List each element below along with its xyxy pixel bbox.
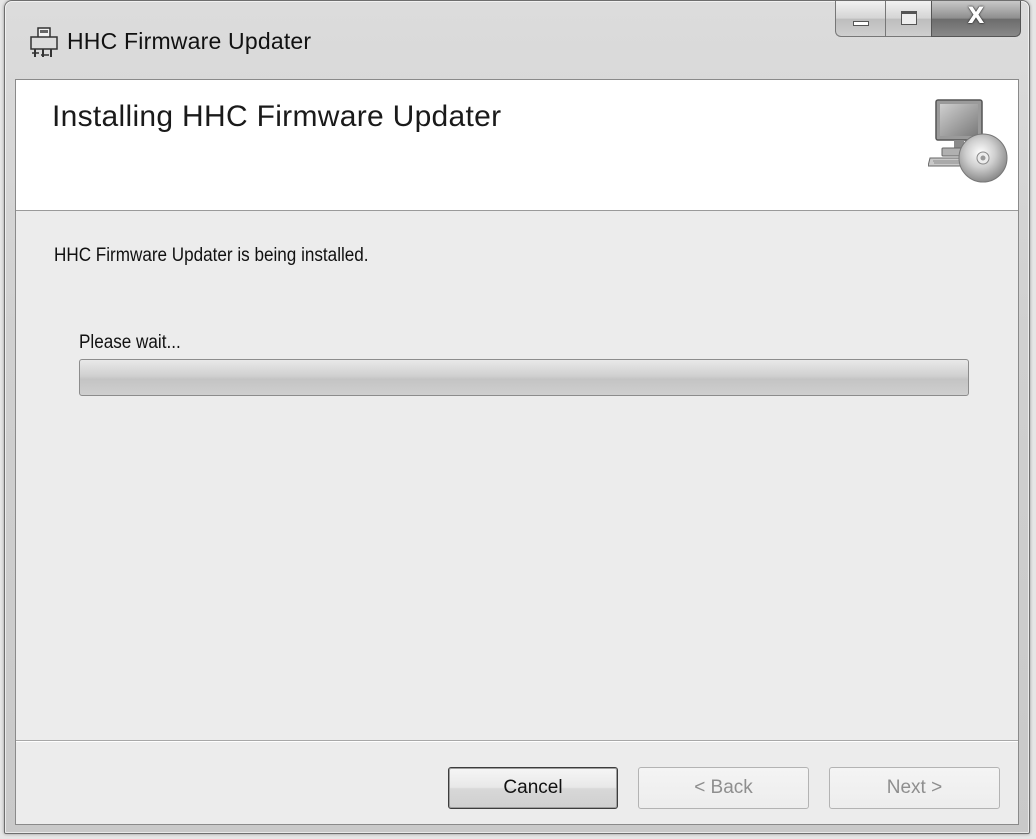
caption-buttons: X <box>835 1 1021 37</box>
back-button[interactable]: < Back <box>638 767 809 809</box>
cancel-button[interactable]: Cancel <box>448 767 618 809</box>
title-bar[interactable]: HHC Firmware Updater X <box>5 1 1029 79</box>
maximize-button[interactable] <box>885 1 931 37</box>
footer-divider <box>16 740 1018 742</box>
installer-client-area: Installing HHC Firmware Updater HHC Firm… <box>15 79 1019 825</box>
computer-cd-icon <box>928 99 1008 183</box>
please-wait-label: Please wait... <box>79 332 181 353</box>
next-button[interactable]: Next > <box>829 767 1000 809</box>
install-progress-bar <box>79 359 969 396</box>
page-title: Installing HHC Firmware Updater <box>52 100 502 133</box>
close-icon: X <box>967 4 985 29</box>
minimize-icon <box>853 21 869 26</box>
minimize-button[interactable] <box>835 1 885 37</box>
maximize-icon <box>901 11 917 25</box>
installer-window: HHC Firmware Updater X Installing HHC Fi… <box>4 0 1030 834</box>
install-status-text: HHC Firmware Updater is being installed. <box>54 245 369 266</box>
close-button[interactable]: X <box>931 1 1021 37</box>
installer-app-icon <box>30 27 58 57</box>
header-banner: Installing HHC Firmware Updater <box>16 80 1018 211</box>
window-title: HHC Firmware Updater <box>67 28 312 54</box>
